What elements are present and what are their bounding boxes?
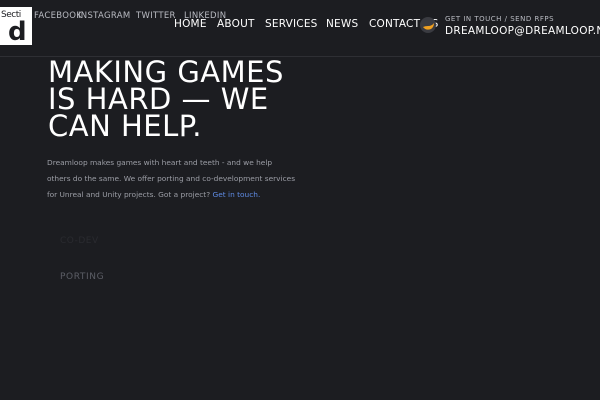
get-in-touch-link[interactable]: Get in touch. [213,190,261,199]
hero-description: Dreamloop makes games with heart and tee… [47,155,297,203]
page: Secti d FACEBOOK INSTAGRAM TWITTER LINKE… [0,0,600,400]
nav-home[interactable]: HOME [174,18,217,30]
nav-news[interactable]: NEWS [326,18,369,30]
tab-co-dev[interactable]: CO-DEV [60,236,99,246]
site-header: Secti d FACEBOOK INSTAGRAM TWITTER LINKE… [0,0,600,57]
contact-block: GET IN TOUCH / SEND RFPS DREAMLOOP@DREAM… [445,14,600,38]
moon-icon [420,17,436,33]
social-instagram-link[interactable]: INSTAGRAM [78,11,136,21]
social-facebook-link[interactable]: FACEBOOK [34,11,82,21]
contact-label: GET IN TOUCH / SEND RFPS [445,15,555,23]
hero-title-line-3: CAN HELP. [48,109,202,143]
tab-porting[interactable]: PORTING [60,272,104,282]
logo-letter: d [8,17,27,45]
hero-title: MAKING GAMES IS HARD — WE CAN HELP. [48,58,348,143]
logo[interactable]: Secti d [0,7,32,45]
nav-about[interactable]: ABOUT [217,18,265,30]
contact-email-link[interactable]: DREAMLOOP@DREAMLOOP.NET [445,24,600,38]
main-nav: HOME ABOUT SERVICES NEWS CONTACT US [174,18,438,30]
nav-services[interactable]: SERVICES [265,18,326,30]
